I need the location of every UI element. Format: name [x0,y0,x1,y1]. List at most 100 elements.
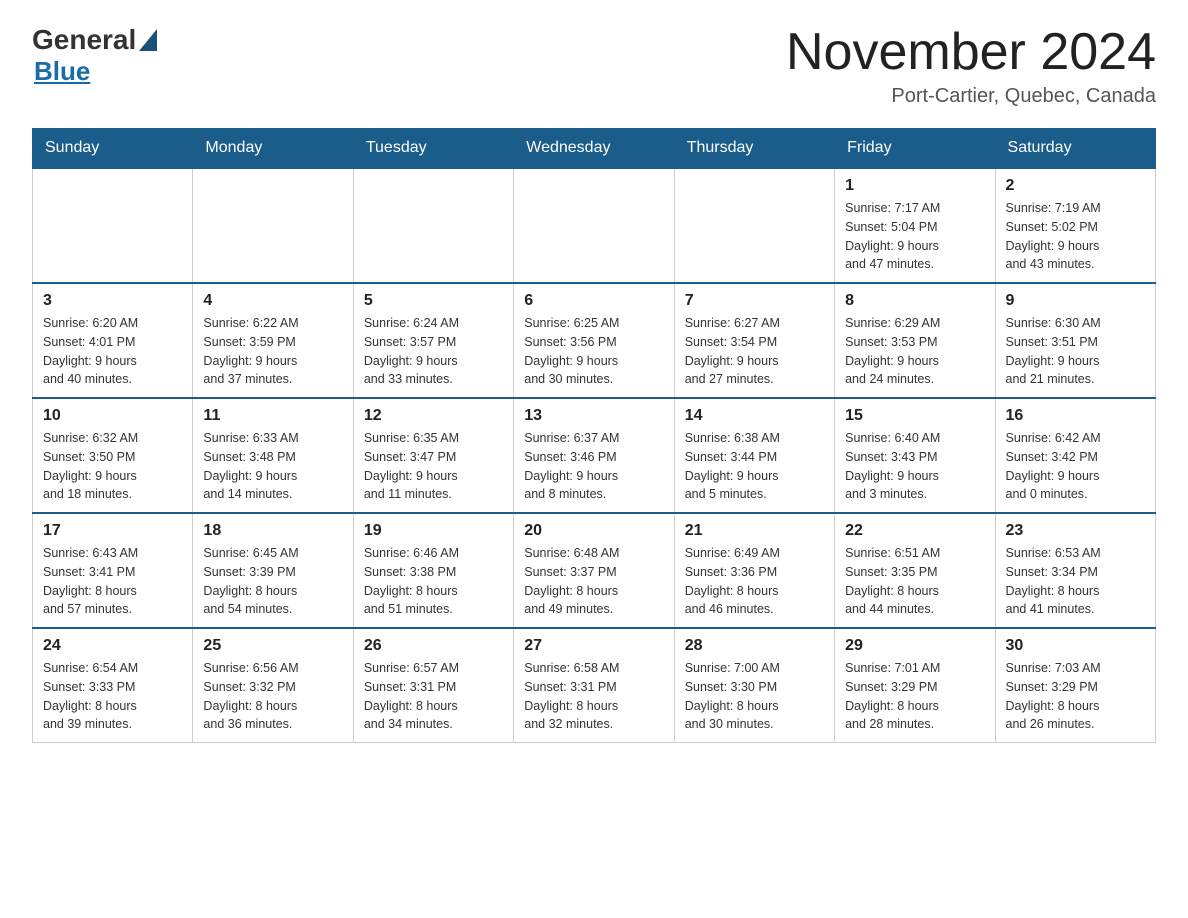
day-cell: 25 Sunrise: 6:56 AMSunset: 3:32 PMDayligh… [193,628,353,743]
day-cell: 12 Sunrise: 6:35 AMSunset: 3:47 PMDayligh… [353,398,513,513]
day-info: Sunrise: 6:56 AMSunset: 3:32 PMDaylight:… [203,659,342,734]
day-cell: 17 Sunrise: 6:43 AMSunset: 3:41 PMDayligh… [33,513,193,628]
day-cell: 7 Sunrise: 6:27 AMSunset: 3:54 PMDaylight… [674,283,834,398]
day-number: 22 [845,522,984,540]
day-info: Sunrise: 7:17 AMSunset: 5:04 PMDaylight:… [845,199,984,274]
day-number: 5 [364,292,503,310]
day-cell: 16 Sunrise: 6:42 AMSunset: 3:42 PMDayligh… [995,398,1155,513]
day-number: 28 [685,637,824,655]
day-number: 20 [524,522,663,540]
day-number: 9 [1006,292,1145,310]
day-info: Sunrise: 6:33 AMSunset: 3:48 PMDaylight:… [203,429,342,504]
day-info: Sunrise: 6:37 AMSunset: 3:46 PMDaylight:… [524,429,663,504]
day-info: Sunrise: 6:32 AMSunset: 3:50 PMDaylight:… [43,429,182,504]
day-info: Sunrise: 6:27 AMSunset: 3:54 PMDaylight:… [685,314,824,389]
day-cell: 14Sunrise: 6:38 AMSunset: 3:44 PMDayligh… [674,398,834,513]
day-info: Sunrise: 6:30 AMSunset: 3:51 PMDaylight:… [1006,314,1145,389]
day-info: Sunrise: 6:43 AMSunset: 3:41 PMDaylight:… [43,544,182,619]
day-info: Sunrise: 6:40 AMSunset: 3:43 PMDaylight:… [845,429,984,504]
day-info: Sunrise: 6:29 AMSunset: 3:53 PMDaylight:… [845,314,984,389]
day-cell [193,168,353,283]
day-number: 18 [203,522,342,540]
logo: General Blue [32,24,157,87]
header-monday: Monday [193,129,353,169]
header-sunday: Sunday [33,129,193,169]
day-info: Sunrise: 6:35 AMSunset: 3:47 PMDaylight:… [364,429,503,504]
logo-triangle-icon [139,29,157,51]
day-number: 7 [685,292,824,310]
day-cell: 13 Sunrise: 6:37 AMSunset: 3:46 PMDayligh… [514,398,674,513]
day-info: Sunrise: 6:58 AMSunset: 3:31 PMDaylight:… [524,659,663,734]
header-friday: Friday [835,129,995,169]
day-cell: 22Sunrise: 6:51 AMSunset: 3:35 PMDayligh… [835,513,995,628]
day-cell [674,168,834,283]
header-thursday: Thursday [674,129,834,169]
header-wednesday: Wednesday [514,129,674,169]
week-row-0: 1 Sunrise: 7:17 AMSunset: 5:04 PMDaylight… [33,168,1156,283]
day-info: Sunrise: 6:46 AMSunset: 3:38 PMDaylight:… [364,544,503,619]
day-cell: 4 Sunrise: 6:22 AMSunset: 3:59 PMDaylight… [193,283,353,398]
day-number: 27 [524,637,663,655]
day-number: 16 [1006,407,1145,425]
day-info: Sunrise: 7:03 AMSunset: 3:29 PMDaylight:… [1006,659,1145,734]
day-info: Sunrise: 6:54 AMSunset: 3:33 PMDaylight:… [43,659,182,734]
calendar-table: Sunday Monday Tuesday Wednesday Thursday… [32,128,1156,743]
day-number: 17 [43,522,182,540]
day-info: Sunrise: 6:45 AMSunset: 3:39 PMDaylight:… [203,544,342,619]
day-cell: 15 Sunrise: 6:40 AMSunset: 3:43 PMDayligh… [835,398,995,513]
day-cell: 5 Sunrise: 6:24 AMSunset: 3:57 PMDaylight… [353,283,513,398]
day-cell: 2Sunrise: 7:19 AMSunset: 5:02 PMDaylight… [995,168,1155,283]
day-number: 30 [1006,637,1145,655]
day-number: 10 [43,407,182,425]
day-info: Sunrise: 6:22 AMSunset: 3:59 PMDaylight:… [203,314,342,389]
day-info: Sunrise: 6:20 AMSunset: 4:01 PMDaylight:… [43,314,182,389]
day-number: 1 [845,177,984,195]
day-cell: 28 Sunrise: 7:00 AMSunset: 3:30 PMDayligh… [674,628,834,743]
logo-general-text: General [32,24,136,56]
weekday-header-row: Sunday Monday Tuesday Wednesday Thursday… [33,129,1156,169]
day-cell [353,168,513,283]
day-number: 3 [43,292,182,310]
day-cell: 18 Sunrise: 6:45 AMSunset: 3:39 PMDayligh… [193,513,353,628]
day-cell: 26 Sunrise: 6:57 AMSunset: 3:31 PMDayligh… [353,628,513,743]
day-number: 14 [685,407,824,425]
day-number: 15 [845,407,984,425]
day-number: 19 [364,522,503,540]
day-cell: 8 Sunrise: 6:29 AMSunset: 3:53 PMDaylight… [835,283,995,398]
day-info: Sunrise: 6:48 AMSunset: 3:37 PMDaylight:… [524,544,663,619]
day-cell [33,168,193,283]
day-info: Sunrise: 6:24 AMSunset: 3:57 PMDaylight:… [364,314,503,389]
day-cell: 23Sunrise: 6:53 AMSunset: 3:34 PMDayligh… [995,513,1155,628]
day-cell: 11Sunrise: 6:33 AMSunset: 3:48 PMDayligh… [193,398,353,513]
day-info: Sunrise: 6:57 AMSunset: 3:31 PMDaylight:… [364,659,503,734]
day-number: 24 [43,637,182,655]
header-tuesday: Tuesday [353,129,513,169]
day-number: 26 [364,637,503,655]
week-row-2: 10 Sunrise: 6:32 AMSunset: 3:50 PMDayligh… [33,398,1156,513]
day-cell: 20 Sunrise: 6:48 AMSunset: 3:37 PMDayligh… [514,513,674,628]
day-cell: 19 Sunrise: 6:46 AMSunset: 3:38 PMDayligh… [353,513,513,628]
day-cell: 21Sunrise: 6:49 AMSunset: 3:36 PMDayligh… [674,513,834,628]
day-info: Sunrise: 6:53 AMSunset: 3:34 PMDaylight:… [1006,544,1145,619]
day-cell: 6Sunrise: 6:25 AMSunset: 3:56 PMDaylight… [514,283,674,398]
title-section: November 2024 Port-Cartier, Quebec, Cana… [786,24,1156,108]
day-number: 21 [685,522,824,540]
day-cell: 10 Sunrise: 6:32 AMSunset: 3:50 PMDayligh… [33,398,193,513]
day-cell: 30 Sunrise: 7:03 AMSunset: 3:29 PMDayligh… [995,628,1155,743]
main-title: November 2024 [786,24,1156,81]
day-number: 8 [845,292,984,310]
day-number: 12 [364,407,503,425]
day-cell: 3 Sunrise: 6:20 AMSunset: 4:01 PMDaylight… [33,283,193,398]
day-number: 29 [845,637,984,655]
logo-blue-text: Blue [34,56,90,86]
day-info: Sunrise: 7:19 AMSunset: 5:02 PMDaylight:… [1006,199,1145,274]
day-cell: 27 Sunrise: 6:58 AMSunset: 3:31 PMDayligh… [514,628,674,743]
day-number: 25 [203,637,342,655]
day-info: Sunrise: 7:00 AMSunset: 3:30 PMDaylight:… [685,659,824,734]
week-row-3: 17 Sunrise: 6:43 AMSunset: 3:41 PMDayligh… [33,513,1156,628]
day-number: 13 [524,407,663,425]
header-saturday: Saturday [995,129,1155,169]
day-number: 4 [203,292,342,310]
day-cell: 29Sunrise: 7:01 AMSunset: 3:29 PMDayligh… [835,628,995,743]
day-info: Sunrise: 6:42 AMSunset: 3:42 PMDaylight:… [1006,429,1145,504]
